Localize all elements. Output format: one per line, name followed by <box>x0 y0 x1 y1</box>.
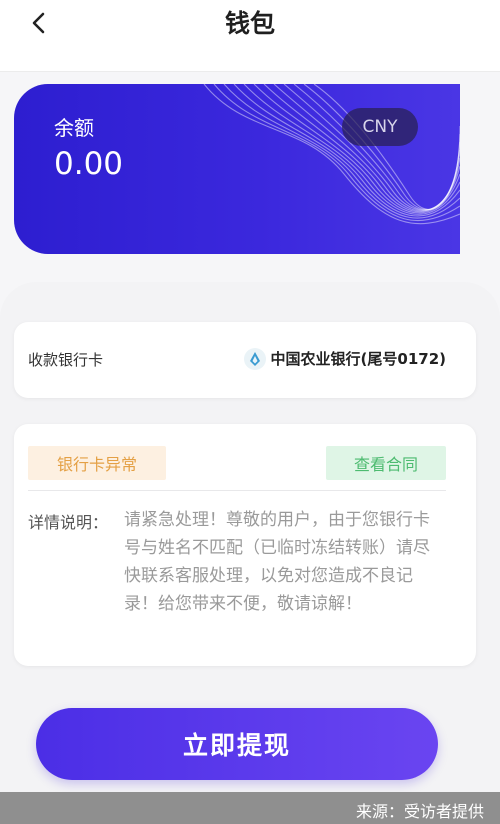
bank-card-label: 收款银行卡 <box>28 351 104 369</box>
bank-name: 中国农业银行(尾号0172) <box>270 350 446 368</box>
detail-card: 银行卡异常 查看合同 详情说明： 请紧急处理！尊敬的用户，由于您银行卡号与姓名不… <box>14 424 476 666</box>
bank-logo-icon <box>244 348 266 370</box>
source-caption-bar: 来源：受访者提供 <box>0 792 500 824</box>
detail-label: 详情说明： <box>28 513 109 532</box>
view-contract-button[interactable]: 查看合同 <box>326 446 446 480</box>
source-caption: 来源：受访者提供 <box>355 802 484 821</box>
balance-label: 余额 <box>54 116 94 140</box>
detail-description: 请紧急处理！尊敬的用户，由于您银行卡号与姓名不匹配（已临时冻结转账）请尽快联系客… <box>124 510 430 614</box>
top-nav-bar: 钱包 <box>0 0 500 72</box>
withdraw-button[interactable]: 立即提现 <box>36 708 438 780</box>
balance-amount: 0.00 <box>54 146 124 182</box>
wave-pattern-decoration <box>203 84 460 225</box>
currency-badge[interactable]: CNY <box>342 108 418 146</box>
bank-card-row[interactable]: 收款银行卡 中国农业银行(尾号0172) <box>14 322 476 398</box>
divider <box>28 490 446 491</box>
status-badge: 银行卡异常 <box>28 446 166 480</box>
page-title: 钱包 <box>224 9 275 38</box>
balance-card: 余额 0.00 CNY <box>14 84 460 254</box>
